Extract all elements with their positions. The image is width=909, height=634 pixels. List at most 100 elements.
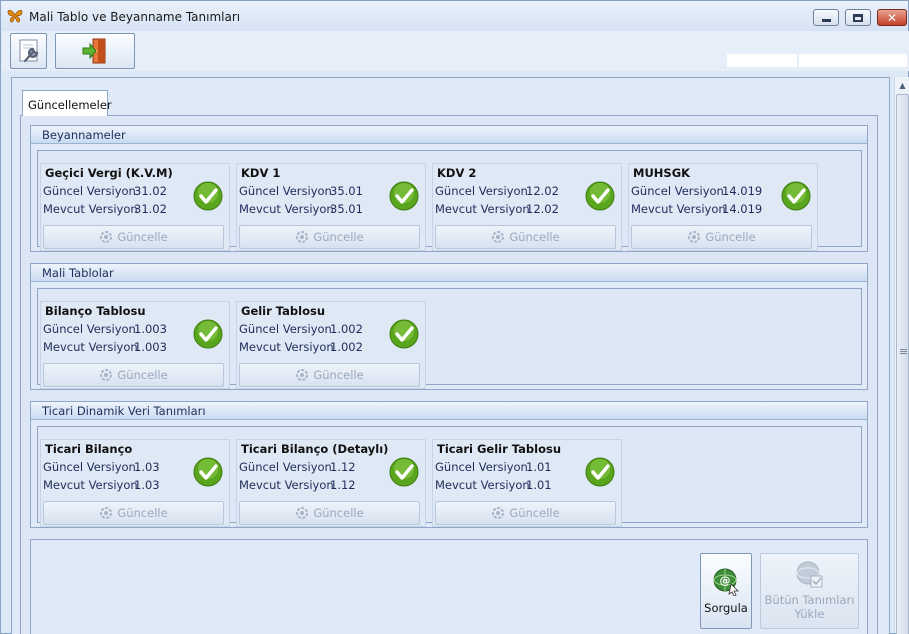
current-version-row: Güncel Versiyon14.019 xyxy=(631,184,763,198)
current-version-row: Güncel Versiyon35.01 xyxy=(239,184,363,198)
group-content: Bilanço Tablosu Güncel Versiyon1.003 Mev… xyxy=(37,288,862,389)
title-bar: Mali Tablo ve Beyanname Tanımları ✕ xyxy=(1,1,908,31)
card-title: Gelir Tablosu xyxy=(241,304,326,318)
minimize-button[interactable] xyxy=(813,9,839,26)
update-button[interactable]: Güncelle xyxy=(239,225,420,249)
refresh-gear-icon xyxy=(492,507,505,519)
update-button[interactable]: Güncelle xyxy=(239,363,420,387)
query-button[interactable]: @ Sorgula xyxy=(700,553,752,629)
exit-button[interactable] xyxy=(55,33,135,69)
group-ticari-dinamik: Ticari Dinamik Veri Tanımları Ticari Bil… xyxy=(30,401,868,528)
current-version-row: Güncel Versiyon1.03 xyxy=(43,460,160,474)
update-button[interactable]: Güncelle xyxy=(43,501,224,525)
scroll-up-icon[interactable]: ▲ xyxy=(897,80,908,91)
check-icon xyxy=(193,457,223,487)
existing-version-value: 1.03 xyxy=(134,478,160,492)
group-mali-tablolar: Mali Tablolar Bilanço Tablosu Güncel Ver… xyxy=(30,263,868,390)
current-version-value: 1.12 xyxy=(330,460,356,474)
current-version-value: 35.01 xyxy=(330,184,363,198)
check-icon xyxy=(585,457,615,487)
current-version-row: Güncel Versiyon1.12 xyxy=(239,460,356,474)
check-icon xyxy=(389,181,419,211)
check-icon xyxy=(389,319,419,349)
existing-version-row: Mevcut Versiyon14.019 xyxy=(631,202,763,216)
refresh-gear-icon xyxy=(100,231,113,243)
update-button[interactable]: Güncelle xyxy=(435,501,616,525)
query-label: Sorgula xyxy=(704,601,748,615)
minimize-icon xyxy=(821,18,831,22)
update-button[interactable]: Güncelle xyxy=(43,363,224,387)
status-field-1 xyxy=(727,54,797,67)
card-gecici-vergi: Geçici Vergi (K.V.M) Güncel Versiyon31.0… xyxy=(40,163,230,251)
current-version-value: 1.002 xyxy=(330,322,363,336)
group-content: Ticari Bilanço Güncel Versiyon1.03 Mevcu… xyxy=(37,426,862,527)
scroll-thumb[interactable] xyxy=(896,94,909,634)
check-icon xyxy=(389,457,419,487)
update-button[interactable]: Güncelle xyxy=(435,225,616,249)
existing-version-row: Mevcut Versiyon1.003 xyxy=(43,340,167,354)
existing-version-row: Mevcut Versiyon1.01 xyxy=(435,478,552,492)
card-kdv1: KDV 1 Güncel Versiyon35.01 Mevcut Versiy… xyxy=(236,163,426,251)
existing-version-value: 1.01 xyxy=(526,478,552,492)
card-title: Bilanço Tablosu xyxy=(45,304,146,318)
maximize-button[interactable] xyxy=(845,9,871,26)
current-version-row: Güncel Versiyon1.01 xyxy=(435,460,552,474)
card-title: Ticari Bilanço (Detaylı) xyxy=(241,442,389,456)
group-title: Ticari Dinamik Veri Tanımları xyxy=(31,402,867,420)
existing-version-value: 31.02 xyxy=(134,202,167,216)
load-all-definitions-button[interactable]: Bütün Tanımları Yükle xyxy=(760,553,859,629)
refresh-gear-icon xyxy=(688,231,701,243)
load-all-label-line2: Yükle xyxy=(794,607,825,621)
card-ticari-bilanco: Ticari Bilanço Güncel Versiyon1.03 Mevcu… xyxy=(40,439,230,527)
update-button[interactable]: Güncelle xyxy=(239,501,420,525)
refresh-gear-icon xyxy=(296,231,309,243)
refresh-gear-icon xyxy=(100,369,113,381)
card-title: KDV 2 xyxy=(437,166,477,180)
refresh-gear-icon xyxy=(492,231,505,243)
current-version-row: Güncel Versiyon12.02 xyxy=(435,184,559,198)
update-button[interactable]: Güncelle xyxy=(631,225,812,249)
existing-version-row: Mevcut Versiyon31.02 xyxy=(43,202,167,216)
settings-wrench-icon xyxy=(19,39,38,63)
current-version-row: Güncel Versiyon1.003 xyxy=(43,322,167,336)
card-title: MUHSGK xyxy=(633,166,691,180)
existing-version-row: Mevcut Versiyon1.12 xyxy=(239,478,356,492)
card-muhsgk: MUHSGK Güncel Versiyon14.019 Mevcut Vers… xyxy=(628,163,818,251)
check-icon xyxy=(781,181,811,211)
close-icon: ✕ xyxy=(886,10,898,25)
query-globe-icon: @ xyxy=(713,568,739,597)
current-version-value: 1.01 xyxy=(526,460,552,474)
card-bilanco: Bilanço Tablosu Güncel Versiyon1.003 Mev… xyxy=(40,301,230,389)
current-version-row: Güncel Versiyon1.002 xyxy=(239,322,363,336)
group-title: Beyannameler xyxy=(31,126,867,144)
current-version-value: 12.02 xyxy=(526,184,559,198)
update-button[interactable]: Güncelle xyxy=(43,225,224,249)
status-field-2 xyxy=(799,54,907,67)
refresh-gear-icon xyxy=(296,369,309,381)
tab-updates[interactable]: Güncellemeler xyxy=(22,90,112,116)
window-title: Mali Tablo ve Beyanname Tanımları xyxy=(29,10,241,24)
vertical-scrollbar[interactable]: ▲ xyxy=(894,77,909,634)
card-title: Ticari Bilanço xyxy=(45,442,133,456)
current-version-row: Güncel Versiyon31.02 xyxy=(43,184,167,198)
check-icon xyxy=(585,181,615,211)
group-content: Geçici Vergi (K.V.M) Güncel Versiyon31.0… xyxy=(37,150,862,251)
current-version-value: 31.02 xyxy=(134,184,167,198)
load-all-label-line1: Bütün Tanımları xyxy=(764,593,855,607)
card-ticari-bilanco-detayli: Ticari Bilanço (Detaylı) Güncel Versiyon… xyxy=(236,439,426,527)
existing-version-value: 14.019 xyxy=(722,202,763,216)
card-kdv2: KDV 2 Güncel Versiyon12.02 Mevcut Versiy… xyxy=(432,163,622,251)
current-version-value: 1.003 xyxy=(134,322,167,336)
toolbar xyxy=(2,31,909,71)
card-title: KDV 1 xyxy=(241,166,281,180)
check-icon xyxy=(193,181,223,211)
settings-button[interactable] xyxy=(10,33,47,69)
main-window: Mali Tablo ve Beyanname Tanımları ✕ ▲ Gü… xyxy=(0,0,909,634)
existing-version-row: Mevcut Versiyon1.03 xyxy=(43,478,160,492)
actions-panel: @ Sorgula Bütün Tanımları Yükle xyxy=(30,539,868,634)
svg-text:@: @ xyxy=(720,574,731,587)
load-globe-icon xyxy=(796,561,822,588)
existing-version-row: Mevcut Versiyon1.002 xyxy=(239,340,363,354)
current-version-value: 14.019 xyxy=(722,184,763,198)
close-button[interactable]: ✕ xyxy=(877,9,907,26)
